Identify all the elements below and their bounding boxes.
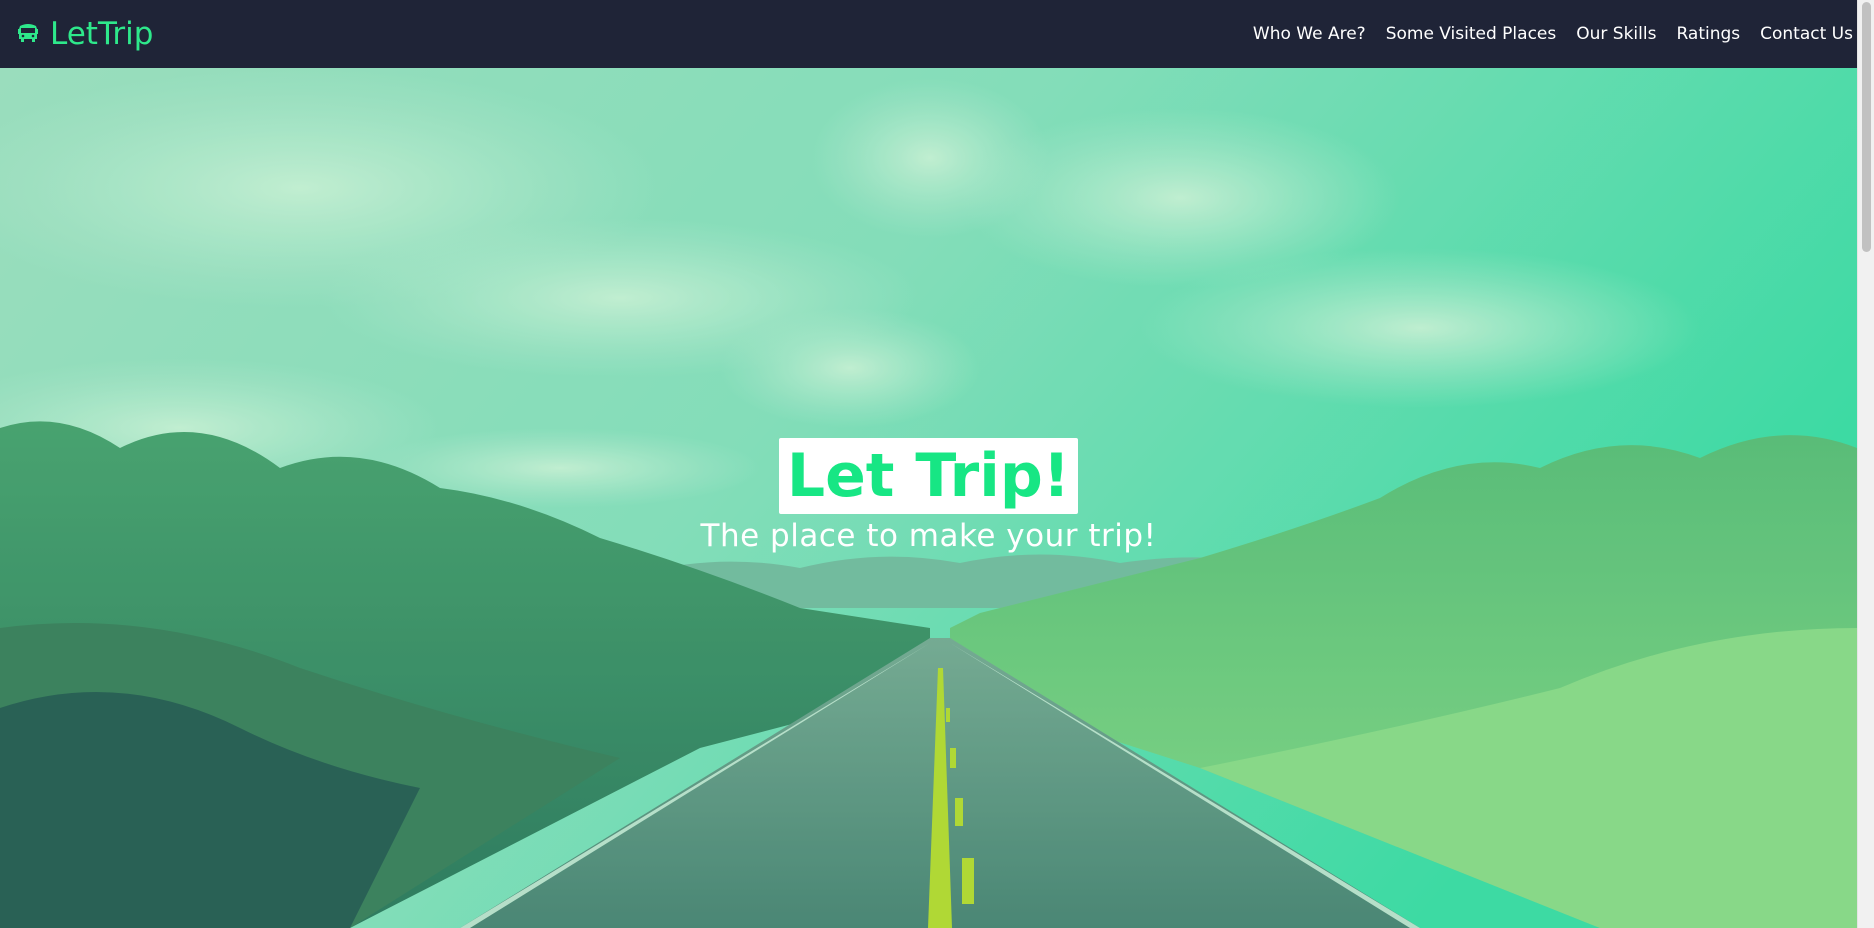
vertical-scrollbar[interactable] (1857, 0, 1874, 928)
nav-links: Who We Are? Some Visited Places Our Skil… (1243, 0, 1857, 68)
nav-link-visited-places[interactable]: Some Visited Places (1376, 0, 1567, 68)
nav-link-our-skills[interactable]: Our Skills (1566, 0, 1666, 68)
nav-link-ratings[interactable]: Ratings (1666, 0, 1750, 68)
top-navbar: LetTrip Who We Are? Some Visited Places … (0, 0, 1857, 68)
hero-section: Let Trip! The place to make your trip! (0, 68, 1857, 928)
scrollbar-thumb[interactable] (1862, 2, 1871, 252)
bus-icon (16, 23, 40, 45)
brand-name: LetTrip (50, 16, 154, 52)
brand-link[interactable]: LetTrip (16, 16, 153, 52)
nav-link-contact-us[interactable]: Contact Us (1750, 0, 1857, 68)
hero-content: Let Trip! The place to make your trip! (0, 68, 1857, 928)
nav-link-who-we-are[interactable]: Who We Are? (1243, 0, 1376, 68)
hero-title: Let Trip! (778, 438, 1079, 514)
hero-subtitle: The place to make your trip! (700, 518, 1157, 554)
